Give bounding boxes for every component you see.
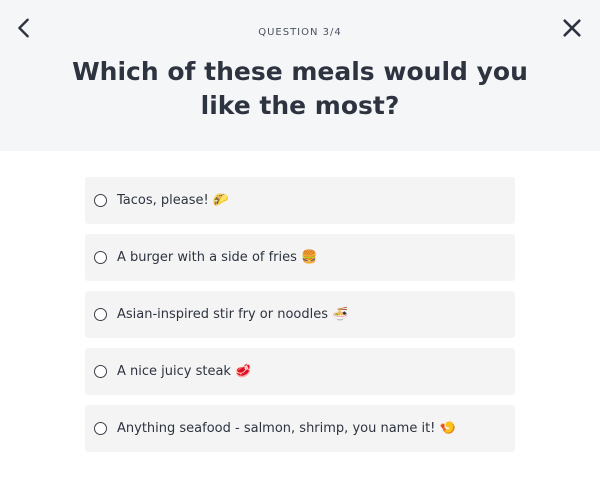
option-steak[interactable]: A nice juicy steak 🥩	[85, 348, 515, 395]
option-label: Tacos, please! 🌮	[117, 193, 230, 208]
option-label: A burger with a side of fries 🍔	[117, 250, 318, 265]
close-button[interactable]	[558, 14, 586, 42]
option-stir-fry[interactable]: Asian-inspired stir fry or noodles 🍜	[85, 291, 515, 338]
option-label: Asian-inspired stir fry or noodles 🍜	[117, 307, 349, 322]
radio-button[interactable]	[94, 308, 107, 321]
option-tacos[interactable]: Tacos, please! 🌮	[85, 177, 515, 224]
radio-button[interactable]	[94, 194, 107, 207]
option-seafood[interactable]: Anything seafood - salmon, shrimp, you n…	[85, 405, 515, 452]
option-burger[interactable]: A burger with a side of fries 🍔	[85, 234, 515, 281]
radio-button[interactable]	[94, 251, 107, 264]
radio-button[interactable]	[94, 422, 107, 435]
answer-options: Tacos, please! 🌮 A burger with a side of…	[85, 177, 515, 462]
option-label: A nice juicy steak 🥩	[117, 364, 252, 379]
question-title: Which of these meals would you like the …	[72, 57, 528, 120]
radio-button[interactable]	[94, 365, 107, 378]
option-label: Anything seafood - salmon, shrimp, you n…	[117, 421, 456, 436]
close-icon	[563, 19, 581, 37]
question-progress: QUESTION 3/4	[258, 27, 342, 38]
quiz-header: QUESTION 3/4 Which of these meals would …	[0, 0, 600, 151]
